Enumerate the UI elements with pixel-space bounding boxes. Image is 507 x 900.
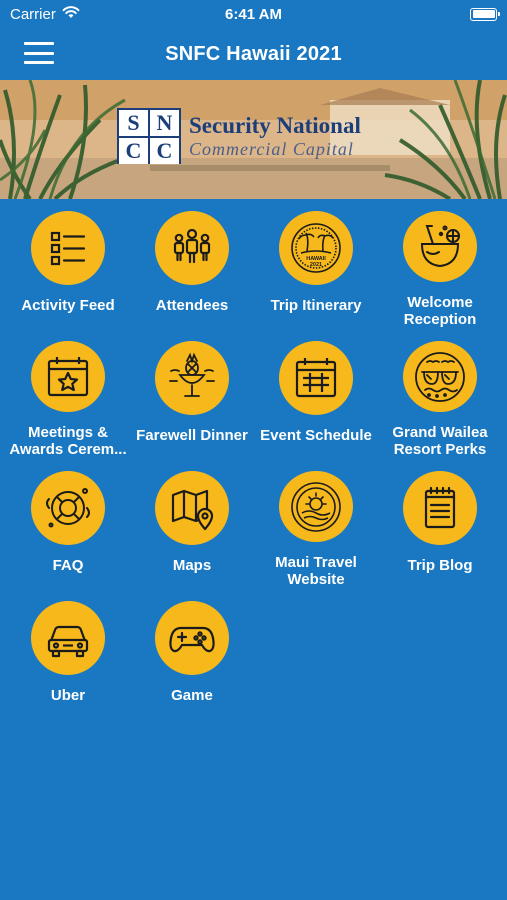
logo-text: Security National Commercial Capital — [189, 114, 361, 158]
page-title: SNFC Hawaii 2021 — [165, 42, 342, 65]
lifebuoy-icon — [31, 471, 105, 545]
tile-label: Farewell Dinner — [136, 427, 248, 444]
sun-seal-icon — [279, 471, 353, 543]
tile-grand-wailea[interactable]: Grand Wailea Resort Perks — [377, 329, 503, 457]
carrier-label: Carrier — [10, 5, 56, 23]
tile-label: Event Schedule — [260, 427, 372, 444]
tile-label: Maui Travel Website — [275, 554, 357, 587]
gamepad-icon — [155, 601, 229, 675]
status-left: Carrier — [10, 5, 80, 23]
tile-uber[interactable]: Uber — [5, 589, 131, 717]
tile-attendees[interactable]: Attendees — [129, 199, 255, 327]
logo-letter: C — [150, 138, 179, 164]
tile-welcome-reception[interactable]: Welcome Reception — [377, 199, 503, 327]
tile-label: FAQ — [52, 557, 84, 574]
people-icon — [155, 211, 229, 285]
tile-event-schedule[interactable]: Event Schedule — [253, 329, 379, 457]
calendar-grid-icon — [279, 341, 353, 415]
logo-mark: S N C C — [117, 108, 181, 164]
logo-letter: C — [119, 138, 148, 164]
tile-trip-blog[interactable]: Trip Blog — [377, 459, 503, 587]
tile-label: Attendees — [155, 297, 229, 314]
tile-label: Trip Itinerary — [270, 297, 362, 314]
tile-maui-travel[interactable]: Maui Travel Website — [253, 459, 379, 587]
status-bar: Carrier 6:41 AM — [0, 0, 507, 28]
svg-text:2021: 2021 — [310, 262, 322, 268]
tile-label: Game — [171, 687, 213, 704]
tile-label: Maps — [172, 557, 212, 574]
tile-activity-feed[interactable]: Activity Feed — [5, 199, 131, 327]
tile-label: Meetings & Awards Cerem... — [9, 424, 127, 457]
tile-label: Welcome Reception — [403, 294, 477, 327]
tile-farewell-dinner[interactable]: Farewell Dinner — [129, 329, 255, 457]
tile-maps[interactable]: Maps — [129, 459, 255, 587]
logo-letter: N — [150, 110, 179, 136]
logo-line-2: Commercial Capital — [189, 139, 354, 159]
tile-game[interactable]: Game — [129, 589, 255, 717]
list-icon — [31, 211, 105, 285]
map-icon — [155, 471, 229, 545]
tile-label: Trip Blog — [407, 557, 473, 574]
car-icon — [31, 601, 105, 675]
tile-trip-itinerary[interactable]: HAWAII 2021 Trip Itinerary — [253, 199, 379, 327]
tile-label: Grand Wailea Resort Perks — [392, 424, 488, 457]
logo-line-1: Security National — [189, 113, 361, 138]
coconut-drink-icon — [403, 211, 477, 283]
header-banner: S N C C Security National Commercial Cap… — [0, 80, 507, 199]
hawaii-2021-badge-icon: HAWAII 2021 — [279, 211, 353, 285]
wifi-icon — [62, 5, 80, 23]
tile-label: Uber — [50, 687, 86, 704]
notepad-icon — [403, 471, 477, 545]
sunglasses-icon — [403, 341, 477, 413]
pineapple-cocktail-icon — [155, 341, 229, 415]
menu-icon[interactable] — [24, 42, 54, 64]
tile-meetings-awards[interactable]: Meetings & Awards Cerem... — [5, 329, 131, 457]
logo-letter: S — [119, 110, 148, 136]
calendar-star-icon — [31, 341, 105, 413]
battery-icon — [470, 7, 500, 21]
nav-bar: SNFC Hawaii 2021 — [0, 28, 507, 80]
tile-faq[interactable]: FAQ — [5, 459, 131, 587]
tile-label: Activity Feed — [21, 297, 115, 314]
company-logo: S N C C Security National Commercial Cap… — [117, 107, 387, 165]
